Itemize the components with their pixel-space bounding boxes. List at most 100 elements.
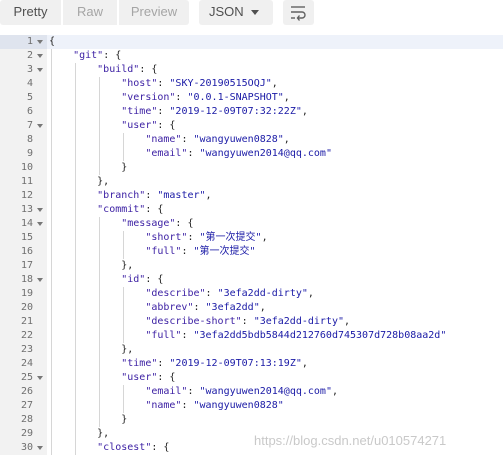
code-line[interactable]: 15 "short": "第一次提交",	[0, 231, 503, 245]
json-string: "2019-12-09T07:32:22Z"	[169, 106, 302, 117]
json-string: "第一次提交"	[199, 232, 262, 243]
json-punctuation: },	[97, 176, 110, 187]
fold-toggle-icon[interactable]	[37, 124, 43, 128]
indent-guide	[99, 77, 101, 91]
json-key: "full"	[145, 330, 182, 341]
json-key: "abbrev"	[145, 302, 194, 313]
json-key: "time"	[121, 106, 158, 117]
code-line[interactable]: 10}	[0, 161, 503, 175]
line-code: "full": "3efa2dd5bdb5844d212760d745307d7…	[145, 329, 446, 343]
fold-toggle-icon[interactable]	[37, 54, 43, 58]
json-string: "wangyuwen0828"	[193, 134, 284, 145]
indent-guide	[75, 119, 77, 133]
code-line[interactable]: 17},	[0, 259, 503, 273]
wrap-lines-button[interactable]	[283, 0, 314, 25]
format-dropdown[interactable]: JSON	[199, 0, 273, 25]
indent-guide	[75, 385, 77, 399]
code-line[interactable]: 12 "branch": "master",	[0, 189, 503, 203]
code-line[interactable]: 26 "email": "wangyuwen2014@qq.com",	[0, 385, 503, 399]
code-line[interactable]: 24 "time": "2019-12-09T07:13:19Z",	[0, 357, 503, 371]
preview-tab[interactable]: Preview	[119, 0, 189, 25]
json-punctuation: },	[97, 428, 110, 439]
code-line[interactable]: 9 "email": "wangyuwen2014@qq.com"	[0, 147, 503, 161]
line-code: "name": "wangyuwen0828"	[145, 399, 283, 413]
code-line[interactable]: 28}	[0, 413, 503, 427]
json-key: "describe"	[145, 288, 206, 299]
indent-guide	[51, 259, 52, 273]
fold-toggle-icon[interactable]	[37, 40, 43, 44]
indent-guide	[51, 343, 52, 357]
line-code: "time": "2019-12-09T07:32:22Z",	[121, 105, 308, 119]
response-body-editor[interactable]: 1{2 "git": {3 "build": {4 "host": "SKY-2019…	[0, 35, 503, 462]
line-gutter: 25	[0, 371, 47, 385]
line-number: 28	[20, 414, 33, 425]
code-line[interactable]: 22 "full": "3efa2dd5bdb5844d212760d745307…	[0, 329, 503, 343]
json-punctuation: }	[121, 162, 128, 173]
raw-tab[interactable]: Raw	[63, 0, 117, 25]
fold-toggle-icon[interactable]	[37, 68, 43, 72]
line-code: },	[97, 175, 109, 189]
code-line[interactable]: 20 "abbrev": "3efa2dd",	[0, 301, 503, 315]
format-dropdown-label: JSON	[209, 4, 244, 19]
code-line[interactable]: 7 "user": {	[0, 119, 503, 133]
json-key: "email"	[145, 148, 188, 159]
code-line[interactable]: 18 "id": {	[0, 273, 503, 287]
code-line[interactable]: 23},	[0, 343, 503, 357]
line-code: "closest": {	[97, 441, 169, 455]
fold-toggle-icon[interactable]	[37, 278, 43, 282]
json-punctuation: ,	[205, 190, 212, 201]
fold-toggle-icon[interactable]	[37, 446, 43, 450]
code-line[interactable]: 3 "build": {	[0, 63, 503, 77]
indent-guide	[123, 385, 125, 399]
json-string: "wangyuwen2014@qq.com"	[199, 148, 332, 159]
response-toolbar: Pretty Raw Preview JSON	[0, 0, 503, 30]
line-gutter: 17	[0, 259, 47, 273]
indent-guide	[51, 49, 52, 63]
json-key: "message"	[121, 218, 176, 229]
indent-guide	[123, 399, 125, 413]
line-code: {	[49, 35, 55, 49]
json-string: "3efa2dd5bdb5844d212760d745307d728b08aa2…	[193, 330, 447, 341]
pretty-tab[interactable]: Pretty	[0, 0, 61, 25]
line-number: 17	[20, 260, 33, 271]
code-line[interactable]: 21 "describe-short": "3efa2dd-dirty",	[0, 315, 503, 329]
code-line[interactable]: 19 "describe": "3efa2dd-dirty",	[0, 287, 503, 301]
code-line[interactable]: 27 "name": "wangyuwen0828"	[0, 399, 503, 413]
code-line[interactable]: 5 "version": "0.0.1-SNAPSHOT",	[0, 91, 503, 105]
code-line[interactable]: 16 "full": "第一次提交"	[0, 245, 503, 259]
line-code: "email": "wangyuwen2014@qq.com"	[145, 147, 332, 161]
code-line[interactable]: 2 "git": {	[0, 49, 503, 63]
fold-toggle-icon[interactable]	[37, 376, 43, 380]
indent-guide	[99, 413, 101, 427]
indent-guide	[99, 119, 101, 133]
line-number: 8	[26, 134, 33, 145]
indent-guide	[51, 371, 52, 385]
line-number: 16	[20, 246, 33, 257]
indent-guide	[75, 329, 77, 343]
code-line[interactable]: 25 "user": {	[0, 371, 503, 385]
json-key: "time"	[121, 358, 158, 369]
line-gutter: 20	[0, 301, 47, 315]
code-line[interactable]: 13 "commit": {	[0, 203, 503, 217]
code-line[interactable]: 6 "time": "2019-12-09T07:32:22Z",	[0, 105, 503, 119]
code-line[interactable]: 11},	[0, 175, 503, 189]
fold-toggle-icon[interactable]	[37, 208, 43, 212]
line-number: 12	[20, 190, 33, 201]
line-gutter: 12	[0, 189, 47, 203]
json-string: "第一次提交"	[193, 246, 256, 257]
indent-guide	[75, 175, 77, 189]
code-line[interactable]: 1{	[0, 35, 503, 49]
json-key: "host"	[121, 78, 158, 89]
code-line[interactable]: 14 "message": {	[0, 217, 503, 231]
line-number: 10	[20, 162, 33, 173]
json-punctuation: ,	[307, 288, 314, 299]
line-number: 13	[20, 204, 33, 215]
line-number: 22	[20, 330, 33, 341]
indent-guide	[75, 413, 77, 427]
line-gutter: 10	[0, 161, 47, 175]
fold-toggle-icon[interactable]	[37, 222, 43, 226]
line-number: 21	[20, 316, 33, 327]
indent-guide	[51, 385, 52, 399]
code-line[interactable]: 4 "host": "SKY-20190515OQJ",	[0, 77, 503, 91]
code-line[interactable]: 8 "name": "wangyuwen0828",	[0, 133, 503, 147]
